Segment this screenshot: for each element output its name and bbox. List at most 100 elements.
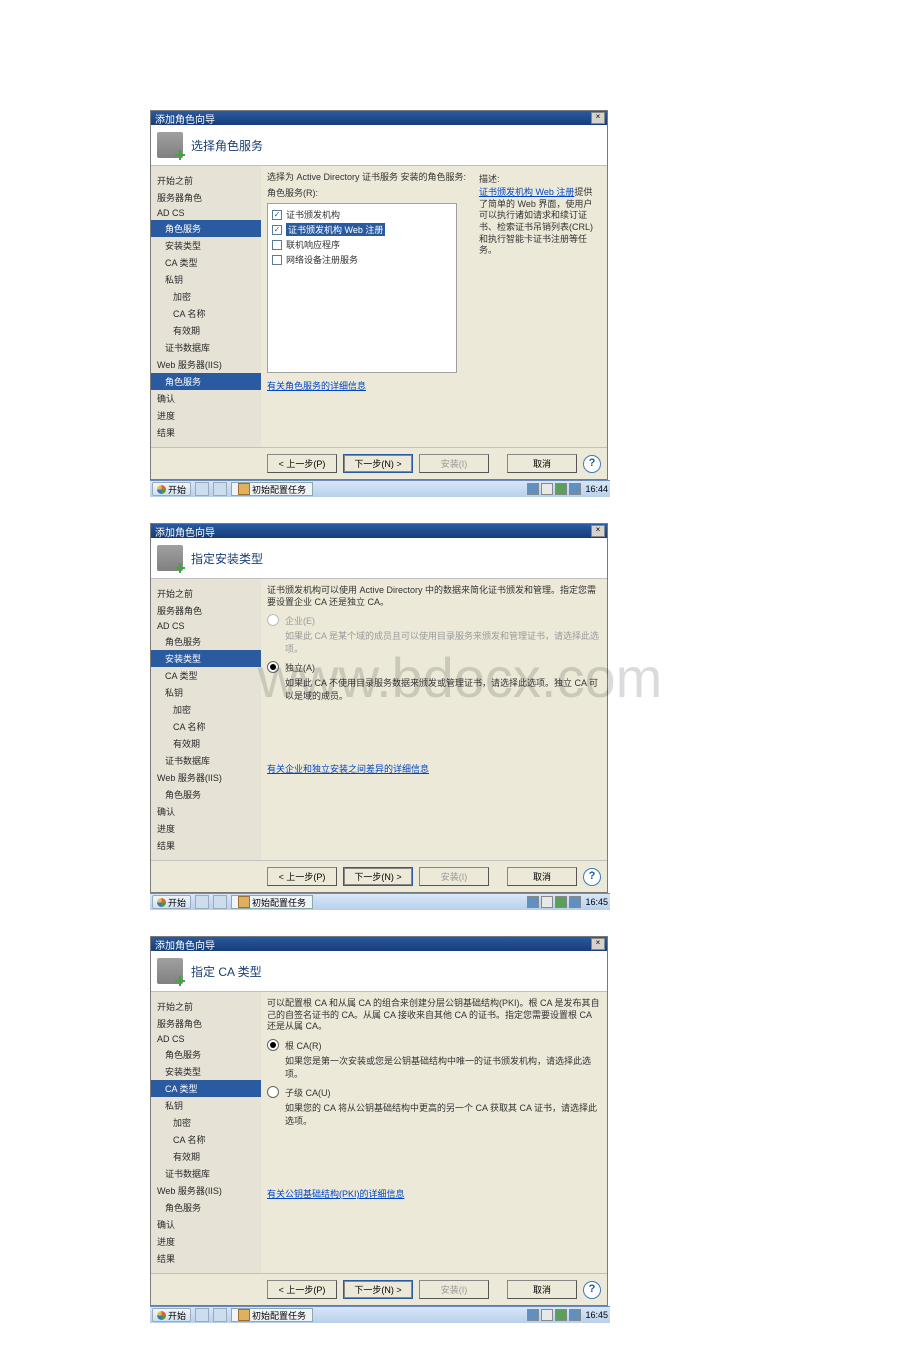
help-icon[interactable]: ? bbox=[583, 868, 601, 886]
sidebar-item[interactable]: 证书数据库 bbox=[151, 752, 261, 769]
sidebar-item[interactable]: 加密 bbox=[151, 1114, 261, 1131]
cancel-button[interactable]: 取消 bbox=[507, 454, 577, 473]
sidebar-item[interactable]: 进度 bbox=[151, 407, 261, 424]
radio-row[interactable]: 独立(A)如果此 CA 不使用目录服务数据来颁发或管理证书，请选择此选项。独立 … bbox=[267, 661, 601, 702]
sidebar-item[interactable]: 有效期 bbox=[151, 322, 261, 339]
sidebar-item[interactable]: 角色服务 bbox=[151, 220, 261, 237]
checkbox[interactable] bbox=[272, 225, 282, 235]
tray-icon[interactable] bbox=[527, 483, 539, 495]
start-button[interactable]: 开始 bbox=[152, 895, 191, 909]
sidebar-item[interactable]: 角色服务 bbox=[151, 373, 261, 390]
prev-button[interactable]: < 上一步(P) bbox=[267, 454, 337, 473]
quicklaunch-icon[interactable] bbox=[195, 1308, 209, 1322]
sidebar-item[interactable]: Web 服务器(IIS) bbox=[151, 769, 261, 786]
tray-icon[interactable] bbox=[541, 1309, 553, 1321]
checkbox-row[interactable]: 联机响应程序 bbox=[272, 238, 452, 251]
sidebar-item[interactable]: 结果 bbox=[151, 424, 261, 441]
checkbox[interactable] bbox=[272, 240, 282, 250]
sidebar-item[interactable]: 有效期 bbox=[151, 1148, 261, 1165]
prev-button[interactable]: < 上一步(P) bbox=[267, 867, 337, 886]
tray-icon[interactable] bbox=[527, 896, 539, 908]
taskbar-task-button[interactable]: 初始配置任务 bbox=[231, 482, 313, 496]
tray-icon[interactable] bbox=[555, 1309, 567, 1321]
tray-icon[interactable] bbox=[527, 1309, 539, 1321]
radio[interactable] bbox=[267, 1039, 279, 1051]
sidebar-item[interactable]: 角色服务 bbox=[151, 786, 261, 803]
sidebar-item[interactable]: 加密 bbox=[151, 288, 261, 305]
radio-row[interactable]: 子级 CA(U)如果您的 CA 将从公钥基础结构中更高的另一个 CA 获取其 C… bbox=[267, 1086, 601, 1127]
tray-icon[interactable] bbox=[569, 1309, 581, 1321]
start-button[interactable]: 开始 bbox=[152, 482, 191, 496]
checkbox-row[interactable]: 网络设备注册服务 bbox=[272, 253, 452, 266]
sidebar-item[interactable]: 进度 bbox=[151, 820, 261, 837]
cancel-button[interactable]: 取消 bbox=[507, 1280, 577, 1299]
sidebar-item[interactable]: 角色服务 bbox=[151, 1046, 261, 1063]
detail-link[interactable]: 有关公钥基础结构(PKI)的详细信息 bbox=[267, 1187, 601, 1200]
sidebar-item[interactable]: CA 名称 bbox=[151, 305, 261, 322]
tray-icon[interactable] bbox=[569, 896, 581, 908]
detail-link[interactable]: 有关角色服务的详细信息 bbox=[267, 379, 601, 392]
sidebar-item[interactable]: 确认 bbox=[151, 1216, 261, 1233]
checkbox[interactable] bbox=[272, 210, 282, 220]
sidebar-item[interactable]: 安装类型 bbox=[151, 1063, 261, 1080]
sidebar-item[interactable]: 确认 bbox=[151, 803, 261, 820]
help-icon[interactable]: ? bbox=[583, 455, 601, 473]
sidebar-item[interactable]: AD CS bbox=[151, 1032, 261, 1046]
sidebar-item[interactable]: 角色服务 bbox=[151, 633, 261, 650]
prev-button[interactable]: < 上一步(P) bbox=[267, 1280, 337, 1299]
sidebar-item[interactable]: 私钥 bbox=[151, 271, 261, 288]
next-button[interactable]: 下一步(N) > bbox=[343, 867, 413, 886]
sidebar-item[interactable]: AD CS bbox=[151, 619, 261, 633]
close-icon[interactable]: × bbox=[591, 938, 605, 950]
sidebar-item[interactable]: 证书数据库 bbox=[151, 339, 261, 356]
sidebar-item[interactable]: 开始之前 bbox=[151, 172, 261, 189]
quicklaunch-icon[interactable] bbox=[213, 1308, 227, 1322]
description-link[interactable]: 证书颁发机构 Web 注册 bbox=[479, 187, 574, 197]
sidebar-item[interactable]: CA 类型 bbox=[151, 667, 261, 684]
close-icon[interactable]: × bbox=[591, 112, 605, 124]
tray-icon[interactable] bbox=[541, 896, 553, 908]
sidebar-item[interactable]: 有效期 bbox=[151, 735, 261, 752]
sidebar-item[interactable]: 私钥 bbox=[151, 1097, 261, 1114]
checkbox-row[interactable]: 证书颁发机构 bbox=[272, 208, 452, 221]
sidebar-item[interactable]: 服务器角色 bbox=[151, 602, 261, 619]
quicklaunch-icon[interactable] bbox=[213, 895, 227, 909]
sidebar-item[interactable]: Web 服务器(IIS) bbox=[151, 1182, 261, 1199]
sidebar-item[interactable]: 开始之前 bbox=[151, 585, 261, 602]
sidebar-item[interactable]: 开始之前 bbox=[151, 998, 261, 1015]
checkbox[interactable] bbox=[272, 255, 282, 265]
sidebar-item[interactable]: 角色服务 bbox=[151, 1199, 261, 1216]
next-button[interactable]: 下一步(N) > bbox=[343, 454, 413, 473]
taskbar-task-button[interactable]: 初始配置任务 bbox=[231, 1308, 313, 1322]
sidebar-item[interactable]: CA 名称 bbox=[151, 718, 261, 735]
sidebar-item[interactable]: 进度 bbox=[151, 1233, 261, 1250]
radio[interactable] bbox=[267, 1086, 279, 1098]
detail-link[interactable]: 有关企业和独立安装之间差异的详细信息 bbox=[267, 762, 601, 775]
sidebar-item[interactable]: AD CS bbox=[151, 206, 261, 220]
sidebar-item[interactable]: 确认 bbox=[151, 390, 261, 407]
start-button[interactable]: 开始 bbox=[152, 1308, 191, 1322]
sidebar-item[interactable]: 服务器角色 bbox=[151, 189, 261, 206]
radio[interactable] bbox=[267, 661, 279, 673]
close-icon[interactable]: × bbox=[591, 525, 605, 537]
radio-row[interactable]: 根 CA(R)如果您是第一次安装或您是公钥基础结构中唯一的证书颁发机构，请选择此… bbox=[267, 1039, 601, 1080]
sidebar-item[interactable]: CA 类型 bbox=[151, 1080, 261, 1097]
quicklaunch-icon[interactable] bbox=[195, 482, 209, 496]
help-icon[interactable]: ? bbox=[583, 1281, 601, 1299]
tray-icon[interactable] bbox=[541, 483, 553, 495]
role-services-list[interactable]: 证书颁发机构证书颁发机构 Web 注册联机响应程序网络设备注册服务 bbox=[267, 203, 457, 373]
tray-icon[interactable] bbox=[555, 483, 567, 495]
sidebar-item[interactable]: 加密 bbox=[151, 701, 261, 718]
sidebar-item[interactable]: 服务器角色 bbox=[151, 1015, 261, 1032]
sidebar-item[interactable]: 安装类型 bbox=[151, 237, 261, 254]
sidebar-item[interactable]: 证书数据库 bbox=[151, 1165, 261, 1182]
quicklaunch-icon[interactable] bbox=[195, 895, 209, 909]
tray-icon[interactable] bbox=[569, 483, 581, 495]
cancel-button[interactable]: 取消 bbox=[507, 867, 577, 886]
sidebar-item[interactable]: 安装类型 bbox=[151, 650, 261, 667]
sidebar-item[interactable]: CA 类型 bbox=[151, 254, 261, 271]
tray-icon[interactable] bbox=[555, 896, 567, 908]
checkbox-row[interactable]: 证书颁发机构 Web 注册 bbox=[272, 223, 452, 236]
sidebar-item[interactable]: CA 名称 bbox=[151, 1131, 261, 1148]
quicklaunch-icon[interactable] bbox=[213, 482, 227, 496]
